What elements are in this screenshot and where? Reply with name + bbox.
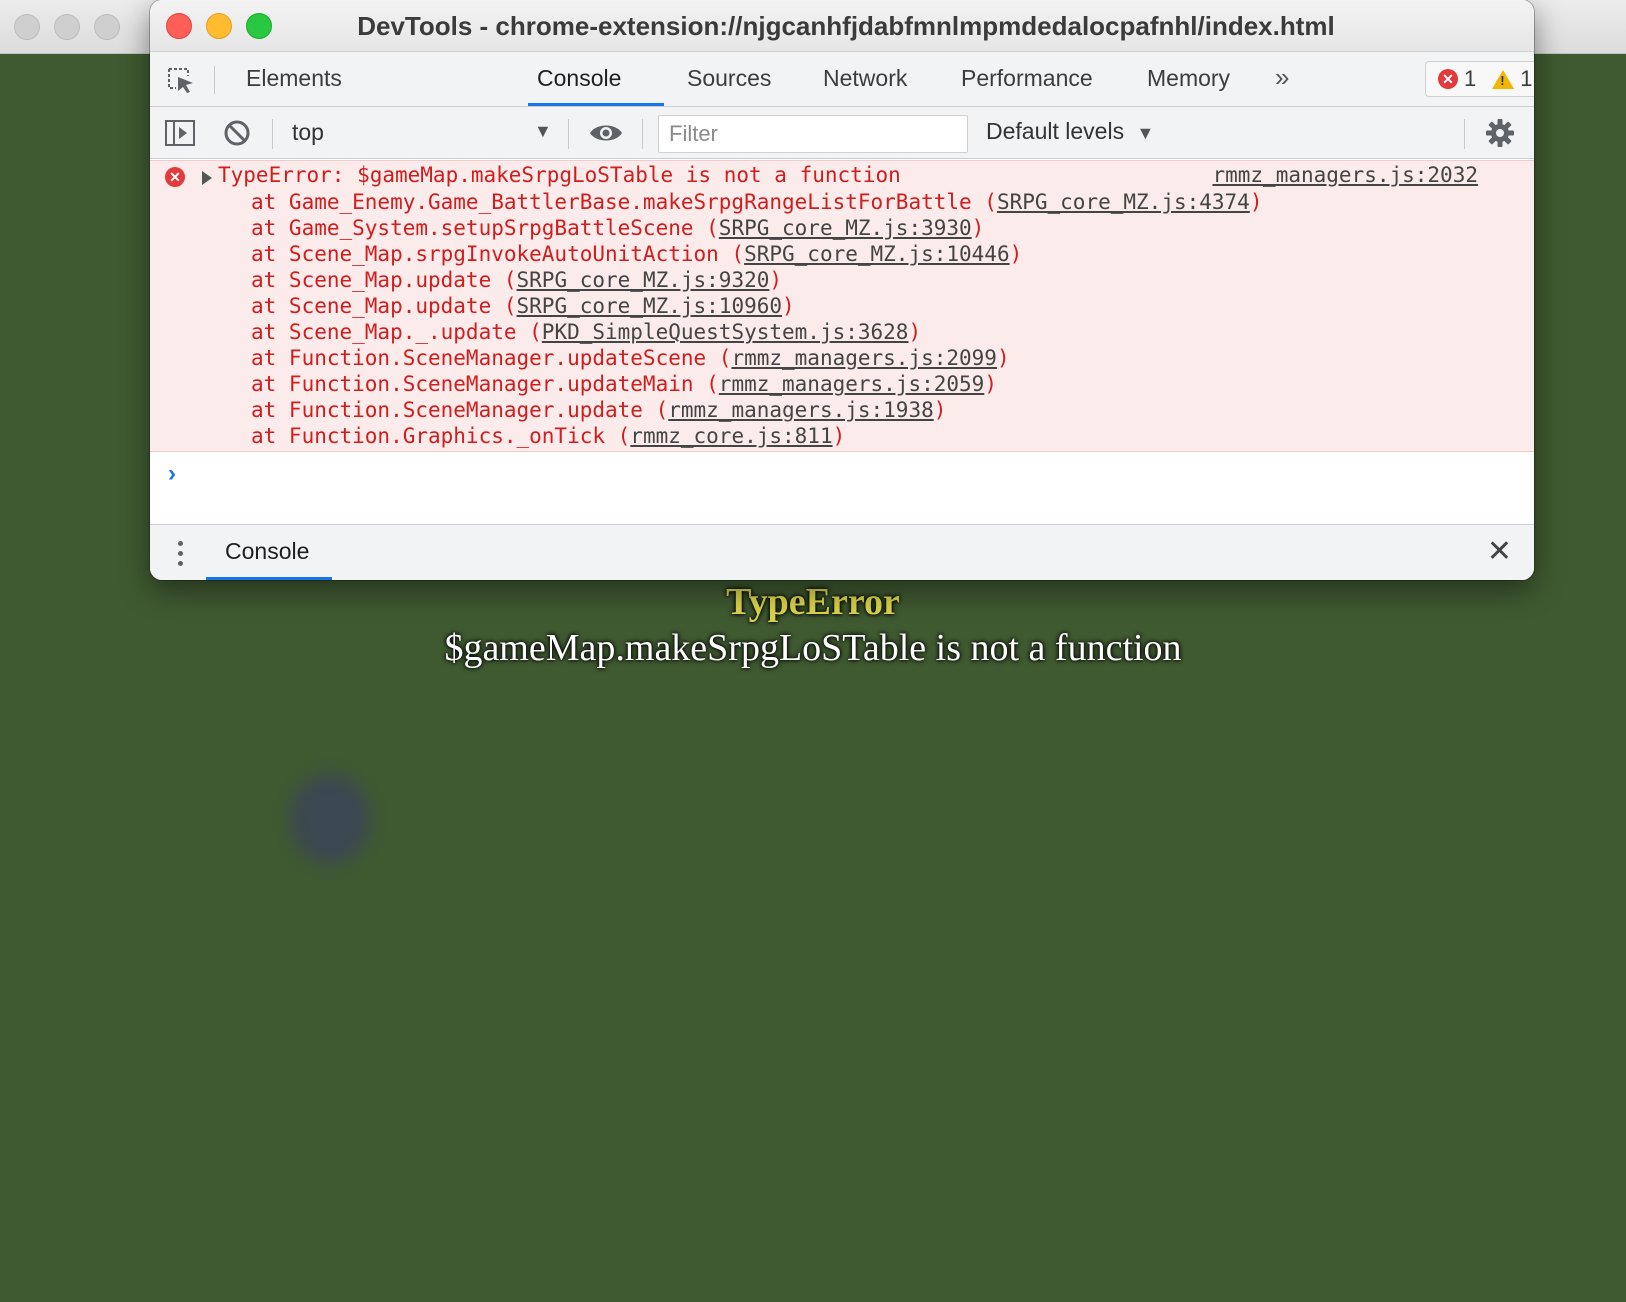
stack-frame-link[interactable]: rmmz_managers.js:2099 (731, 346, 997, 370)
devtools-titlebar: DevTools - chrome-extension://njgcanhfjd… (150, 0, 1534, 52)
active-tab-indicator (528, 103, 664, 106)
chevron-down-icon: ▼ (1136, 123, 1155, 143)
log-levels-dropdown[interactable]: Default levels ▼ (986, 118, 1154, 145)
stack-frame-link[interactable]: rmmz_managers.js:2059 (719, 372, 985, 396)
console-error-message[interactable]: ✕ TypeError: $gameMap.makeSrpgLoSTable i… (150, 160, 1534, 452)
stack-frame: at Function.SceneManager.updateScene (rm… (251, 346, 1010, 370)
expand-caret-icon[interactable] (202, 171, 212, 185)
log-levels-label: Default levels (986, 118, 1125, 144)
error-icon: ✕ (165, 167, 185, 187)
stack-frame: at Scene_Map.update (SRPG_core_MZ.js:932… (251, 268, 783, 292)
error-source-link[interactable]: rmmz_managers.js:2032 (1212, 163, 1478, 187)
maximize-window-button[interactable] (246, 13, 272, 39)
warning-count-icon (1492, 69, 1515, 89)
tab-network[interactable]: Network (823, 52, 907, 107)
toolbar-separator (272, 119, 273, 149)
drawer-tabbar: Console ✕ (150, 524, 1534, 580)
game-error-title: TypeError (726, 581, 900, 623)
toolbar-separator (568, 119, 569, 149)
inspect-element-icon[interactable] (166, 66, 196, 94)
stack-frame: at Game_Enemy.Game_BattlerBase.makeSrpgR… (251, 190, 1263, 214)
stack-frame-link[interactable]: SRPG_core_MZ.js:3930 (719, 216, 972, 240)
game-error-message: $gameMap.makeSrpgLoSTable is not a funct… (444, 627, 1182, 669)
drawer-menu-icon[interactable] (178, 541, 184, 569)
devtools-window: DevTools - chrome-extension://njgcanhfjd… (150, 0, 1534, 580)
devtools-tabbar: Elements Console Sources Network Perform… (150, 52, 1534, 107)
console-messages: ✕ TypeError: $gameMap.makeSrpgLoSTable i… (150, 160, 1534, 524)
tab-separator (214, 66, 215, 94)
stack-frame: at Scene_Map._.update (PKD_SimpleQuestSy… (251, 320, 922, 344)
filter-input[interactable] (658, 115, 968, 153)
stack-frame-link[interactable]: SRPG_core_MZ.js:10446 (744, 242, 1010, 266)
window-title: DevTools - chrome-extension://njgcanhfjd… (357, 11, 1335, 41)
stack-frame: at Scene_Map.srpgInvokeAutoUnitAction (S… (251, 242, 1023, 266)
stack-frame: at Function.Graphics._onTick (rmmz_core.… (251, 424, 846, 448)
issues-counter[interactable]: ✕ 1 1 (1425, 61, 1534, 97)
close-window-button[interactable] (166, 13, 192, 39)
window-controls (166, 13, 272, 39)
game-window-controls (14, 14, 120, 40)
game-maximize-button[interactable] (94, 14, 120, 40)
warning-count: 1 (1520, 66, 1533, 91)
stack-frame: at Function.SceneManager.updateMain (rmm… (251, 372, 997, 396)
error-message-text: TypeError: $gameMap.makeSrpgLoSTable is … (218, 163, 901, 187)
drawer-tab-console[interactable]: Console (225, 525, 309, 580)
console-toolbar: top ▼ Default levels ▼ (150, 107, 1534, 159)
clear-console-icon[interactable] (222, 118, 252, 148)
drawer-active-tab-indicator (206, 577, 332, 580)
stack-frame: at Game_System.setupSrpgBattleScene (SRP… (251, 216, 985, 240)
stack-frame: at Function.SceneManager.update (rmmz_ma… (251, 398, 947, 422)
error-count-icon: ✕ (1438, 69, 1458, 89)
more-tabs-icon[interactable]: » (1275, 62, 1289, 93)
close-drawer-icon[interactable]: ✕ (1487, 537, 1512, 567)
toolbar-separator (1464, 119, 1465, 149)
error-count: 1 (1464, 66, 1477, 91)
tab-performance[interactable]: Performance (961, 52, 1093, 107)
sidebar-toggle-icon[interactable] (164, 119, 196, 147)
live-expression-eye-icon[interactable] (588, 120, 624, 146)
stack-frame-link[interactable]: SRPG_core_MZ.js:10960 (517, 294, 783, 318)
console-settings-gear-icon[interactable] (1485, 118, 1515, 148)
context-selector[interactable]: top (292, 119, 324, 146)
game-minimize-button[interactable] (54, 14, 80, 40)
tab-memory[interactable]: Memory (1147, 52, 1230, 107)
stack-frame-link[interactable]: rmmz_managers.js:1938 (668, 398, 934, 422)
tab-sources[interactable]: Sources (687, 52, 771, 107)
blurred-character-sprite (290, 774, 370, 864)
console-prompt-icon[interactable]: › (168, 460, 176, 488)
stack-trace: at Game_Enemy.Game_BattlerBase.makeSrpgR… (251, 189, 1262, 449)
chevron-down-icon[interactable]: ▼ (534, 121, 552, 142)
stack-frame-link[interactable]: SRPG_core_MZ.js:9320 (517, 268, 770, 292)
toolbar-separator (642, 119, 643, 149)
minimize-window-button[interactable] (206, 13, 232, 39)
stack-frame-link[interactable]: rmmz_core.js:811 (630, 424, 832, 448)
tab-console[interactable]: Console (537, 52, 621, 107)
game-close-button[interactable] (14, 14, 40, 40)
stack-frame: at Scene_Map.update (SRPG_core_MZ.js:109… (251, 294, 795, 318)
stack-frame-link[interactable]: PKD_SimpleQuestSystem.js:3628 (542, 320, 909, 344)
stack-frame-link[interactable]: SRPG_core_MZ.js:4374 (997, 190, 1250, 214)
tab-elements[interactable]: Elements (246, 52, 342, 107)
